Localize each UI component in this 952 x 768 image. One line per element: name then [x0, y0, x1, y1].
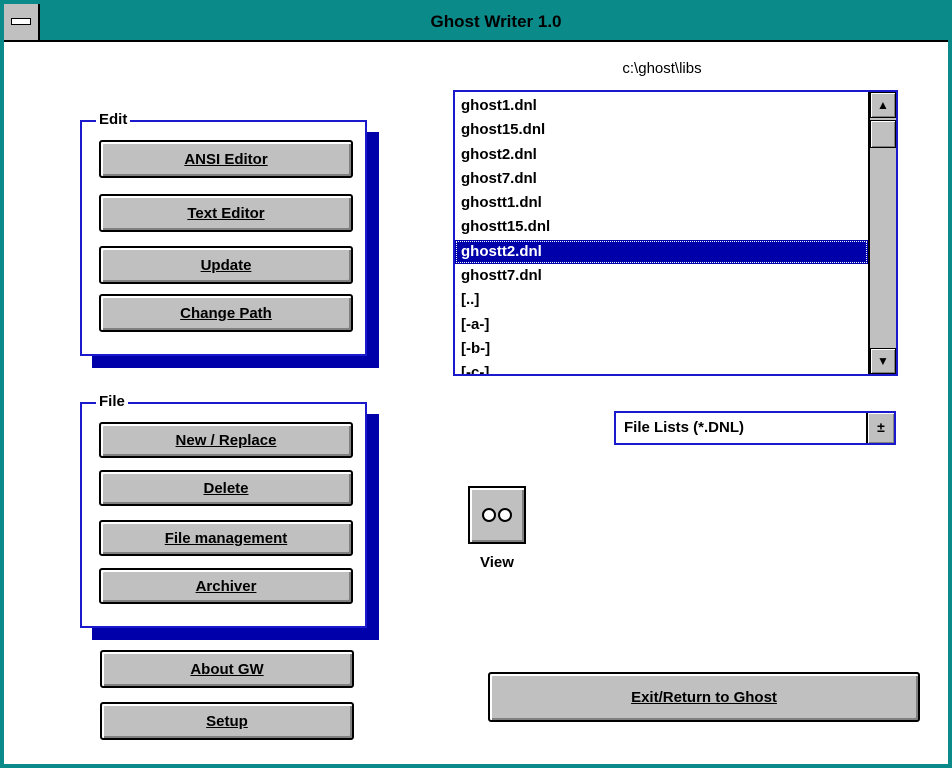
exit-return-button[interactable]: Exit/Return to Ghost [488, 672, 920, 722]
file-list-item[interactable]: ghostt1.dnl [455, 191, 868, 215]
scroll-thumb[interactable] [870, 120, 896, 148]
change-path-button[interactable]: Change Path [99, 294, 353, 332]
view-label: View [480, 554, 514, 571]
file-list-item[interactable]: ghostt15.dnl [455, 215, 868, 239]
scroll-down-arrow-icon[interactable]: ▼ [870, 348, 896, 374]
file-listbox[interactable]: ghost1.dnl ghost15.dnl ghost2.dnl ghost7.dn… [453, 90, 898, 376]
file-type-selected: File Lists (*.DNL) [624, 419, 745, 436]
ansi-editor-button[interactable]: ANSI Editor [99, 140, 353, 178]
dropdown-arrow-icon[interactable]: ± [866, 413, 894, 443]
new-replace-button[interactable]: New / Replace [99, 422, 353, 458]
vertical-scrollbar[interactable]: ▲ ▼ [868, 92, 896, 374]
eye-icon [498, 508, 512, 522]
file-list-item[interactable]: [-b-] [455, 337, 868, 361]
system-menu-icon[interactable] [4, 4, 40, 40]
file-type-combo[interactable]: File Lists (*.DNL) ± [614, 411, 896, 445]
delete-button[interactable]: Delete [99, 470, 353, 506]
eye-icon [482, 508, 496, 522]
file-list-items: ghost1.dnl ghost15.dnl ghost2.dnl ghost7.dn… [455, 94, 868, 374]
window-title: Ghost Writer 1.0 [430, 12, 562, 31]
file-list-item[interactable]: [..] [455, 288, 868, 312]
file-management-button[interactable]: File management [99, 520, 353, 556]
file-list-item[interactable]: ghostt2.dnl [455, 239, 868, 265]
file-list-item[interactable]: ghost15.dnl [455, 118, 868, 142]
file-list-item[interactable]: ghostt7.dnl [455, 264, 868, 288]
directory-path-label: c:\ghost\libs [622, 60, 702, 77]
about-button[interactable]: About GW [100, 650, 354, 688]
scroll-up-arrow-icon[interactable]: ▲ [870, 92, 896, 118]
archiver-button[interactable]: Archiver [99, 568, 353, 604]
file-list-item[interactable]: ghost7.dnl [455, 167, 868, 191]
file-list-item[interactable]: ghost2.dnl [455, 143, 868, 167]
file-list-item[interactable]: ghost1.dnl [455, 94, 868, 118]
text-editor-button[interactable]: Text Editor [99, 194, 353, 232]
setup-button[interactable]: Setup [100, 702, 354, 740]
app-window: Ghost Writer 1.0 Edit ANSI Editor Text E… [0, 0, 952, 768]
file-list-item[interactable]: [-a-] [455, 313, 868, 337]
view-button[interactable] [468, 486, 526, 544]
file-list-item[interactable]: [-c-] [455, 361, 868, 374]
update-button[interactable]: Update [99, 246, 353, 284]
file-group-label: File [96, 393, 128, 411]
edit-group-label: Edit [96, 111, 131, 129]
title-bar[interactable]: Ghost Writer 1.0 [4, 4, 948, 42]
